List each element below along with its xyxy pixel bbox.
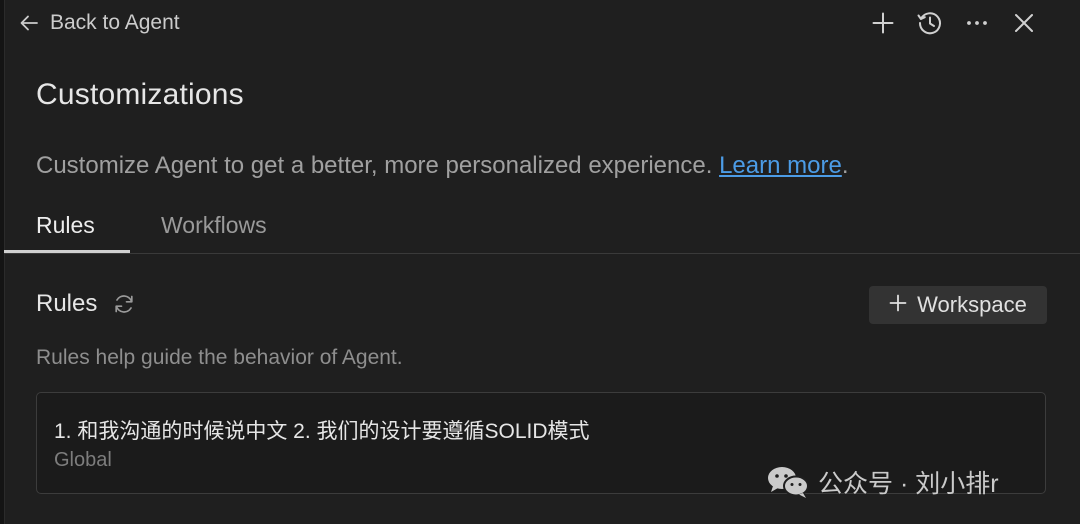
description-period: . bbox=[841, 152, 849, 179]
top-bar: Back to Agent bbox=[0, 0, 1080, 46]
learn-more-link[interactable]: Learn more bbox=[719, 152, 842, 179]
back-to-agent-label: Back to Agent bbox=[50, 11, 180, 34]
page-title: Customizations bbox=[36, 78, 244, 111]
page-description: Customize Agent to get a better, more pe… bbox=[36, 152, 848, 180]
rules-section-title: Rules bbox=[36, 290, 98, 317]
panel-left-divider bbox=[4, 0, 5, 524]
arrow-left-icon bbox=[18, 12, 40, 34]
customizations-panel: Back to Agent Customizations Customize A… bbox=[0, 0, 1080, 524]
add-workspace-rule-button[interactable]: Workspace bbox=[869, 286, 1047, 324]
tab-rules[interactable]: Rules bbox=[36, 212, 95, 239]
tab-divider bbox=[4, 253, 1080, 254]
back-to-agent-link[interactable]: Back to Agent bbox=[18, 8, 180, 38]
more-icon[interactable] bbox=[960, 6, 993, 39]
close-icon[interactable] bbox=[1007, 6, 1040, 39]
tab-bar: Rules Workflows bbox=[4, 200, 1080, 254]
plus-icon[interactable] bbox=[866, 6, 899, 39]
tab-workflows[interactable]: Workflows bbox=[161, 212, 267, 239]
rule-text: 1. 和我沟通的时候说中文 2. 我们的设计要遵循SOLID模式 bbox=[54, 420, 590, 443]
rules-description: Rules help guide the behavior of Agent. bbox=[36, 346, 403, 369]
watermark-text: 公众号 · 刘小排r bbox=[818, 470, 999, 498]
plus-icon bbox=[889, 292, 907, 318]
watermark: 公众号 · 刘小排r bbox=[766, 464, 999, 500]
page-description-text: Customize Agent to get a better, more pe… bbox=[36, 152, 713, 179]
top-actions bbox=[866, 6, 1040, 39]
refresh-icon[interactable] bbox=[111, 291, 137, 317]
rules-section-header: Rules bbox=[36, 290, 137, 318]
wechat-icon bbox=[766, 465, 810, 499]
history-icon[interactable] bbox=[913, 6, 946, 39]
workspace-button-label: Workspace bbox=[917, 292, 1027, 317]
rule-scope: Global bbox=[54, 449, 112, 471]
